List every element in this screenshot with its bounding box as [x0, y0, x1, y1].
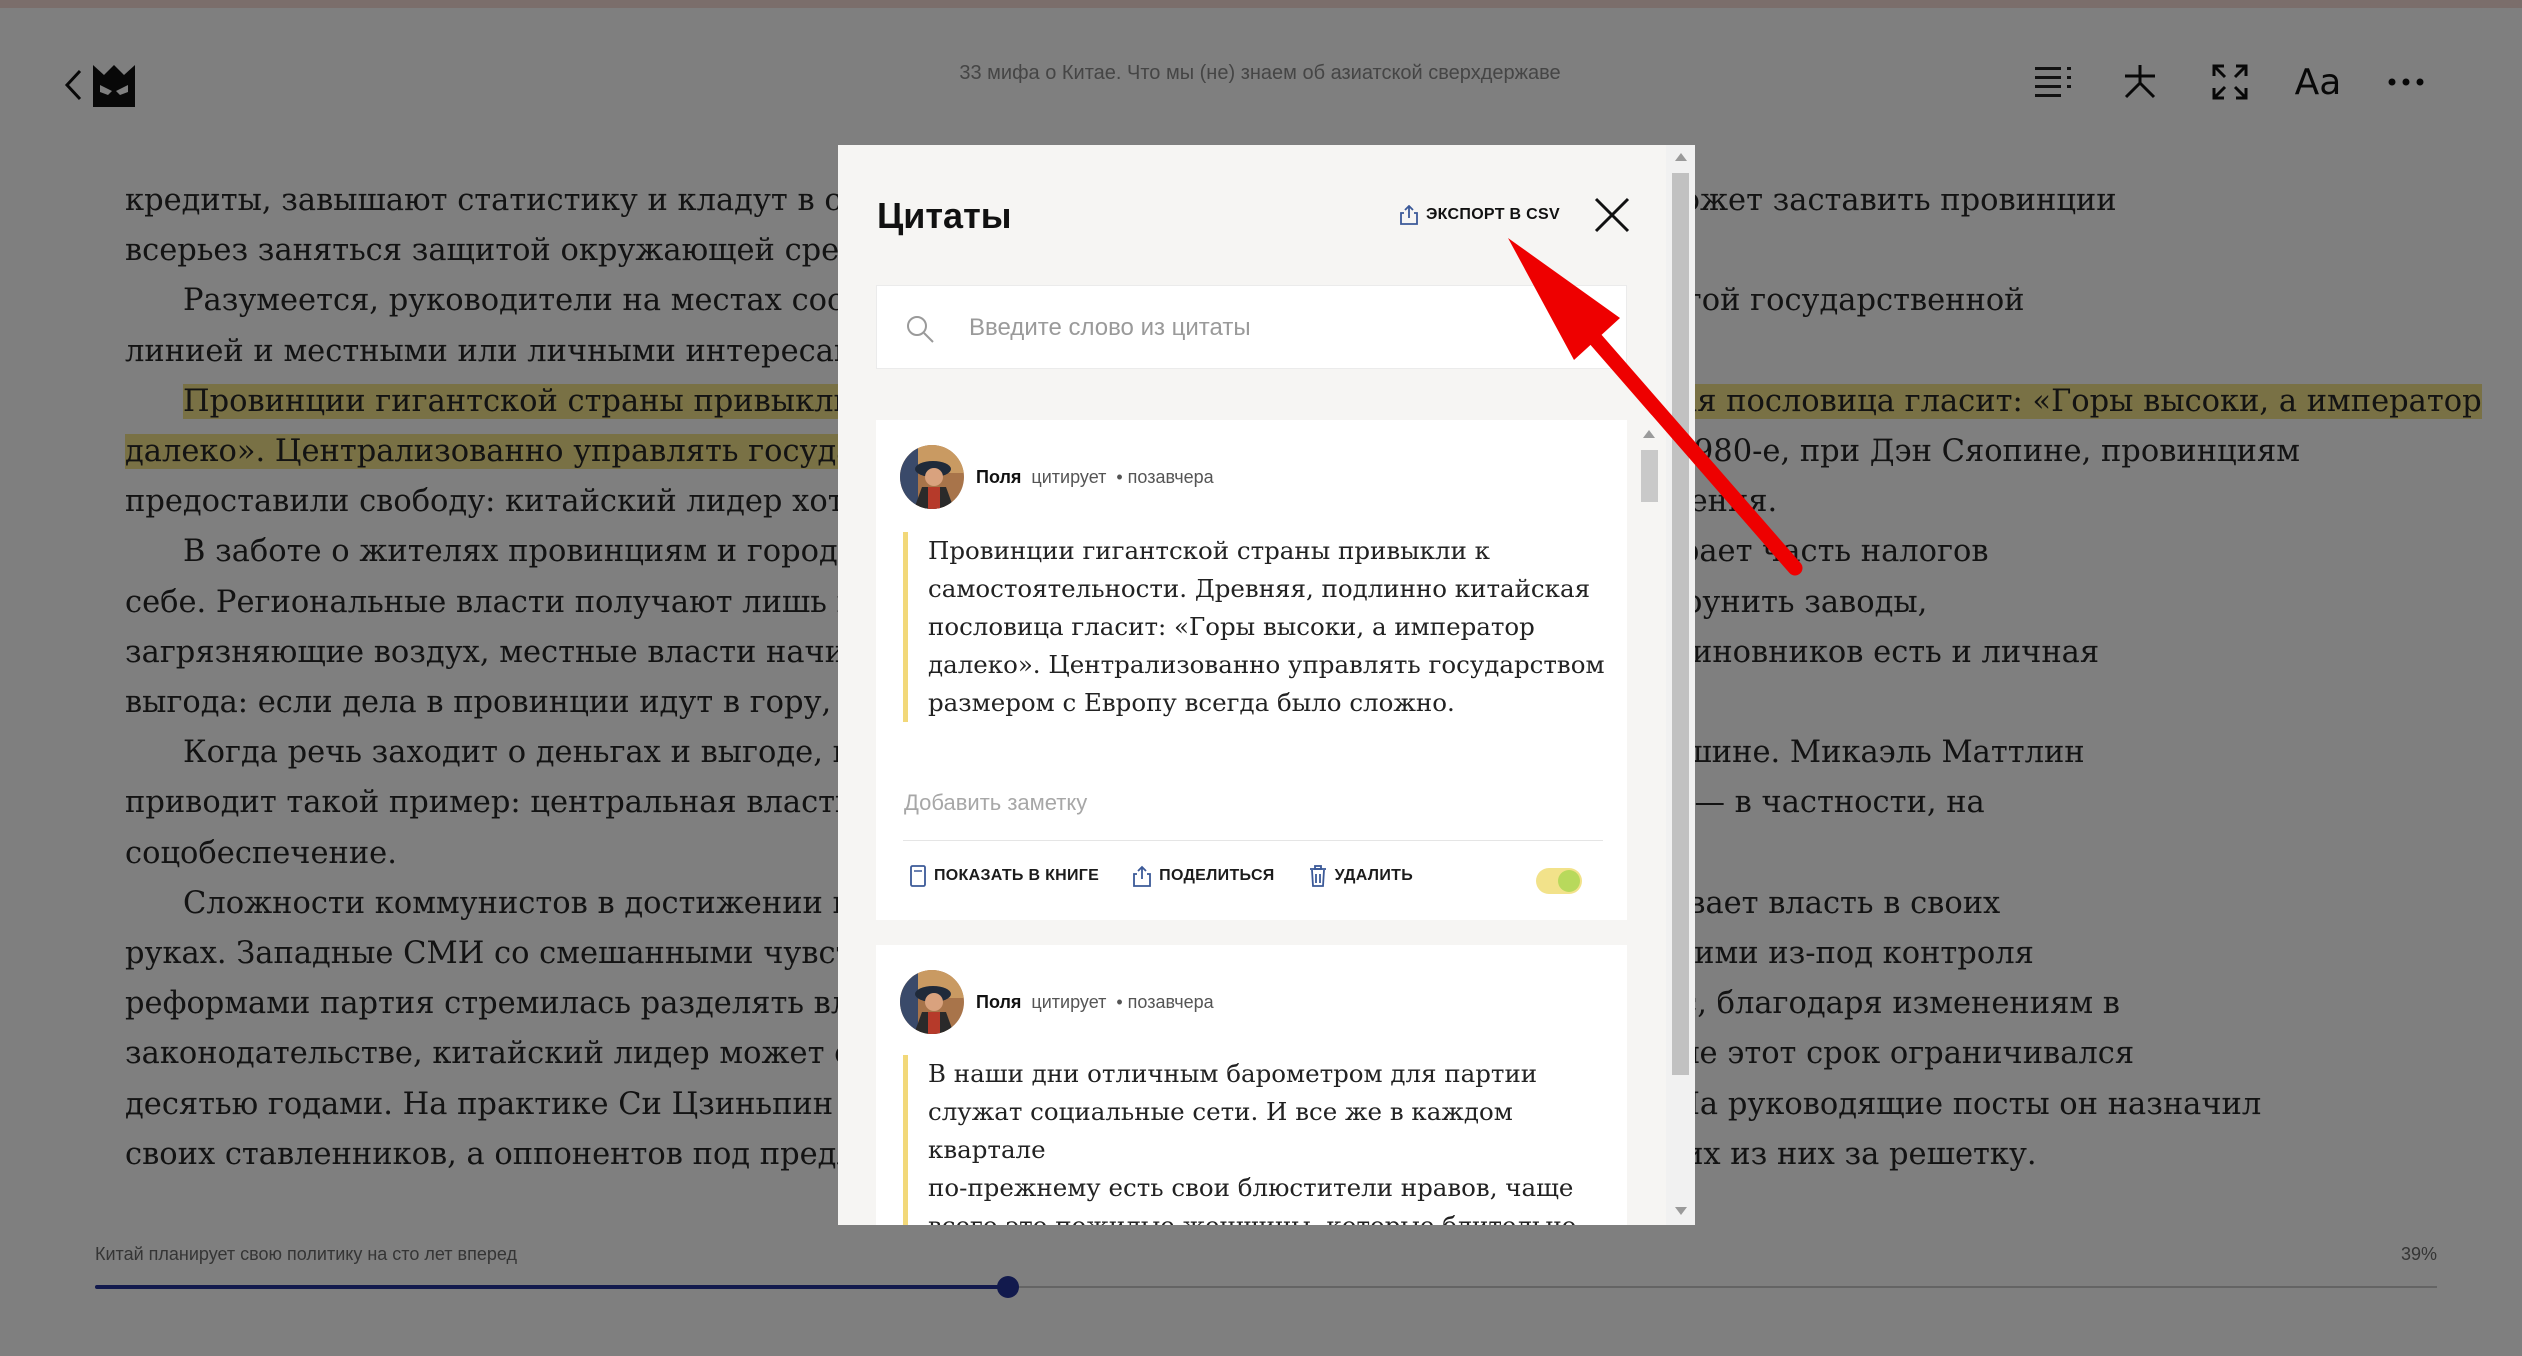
annotation-arrow-icon	[1508, 238, 1803, 576]
